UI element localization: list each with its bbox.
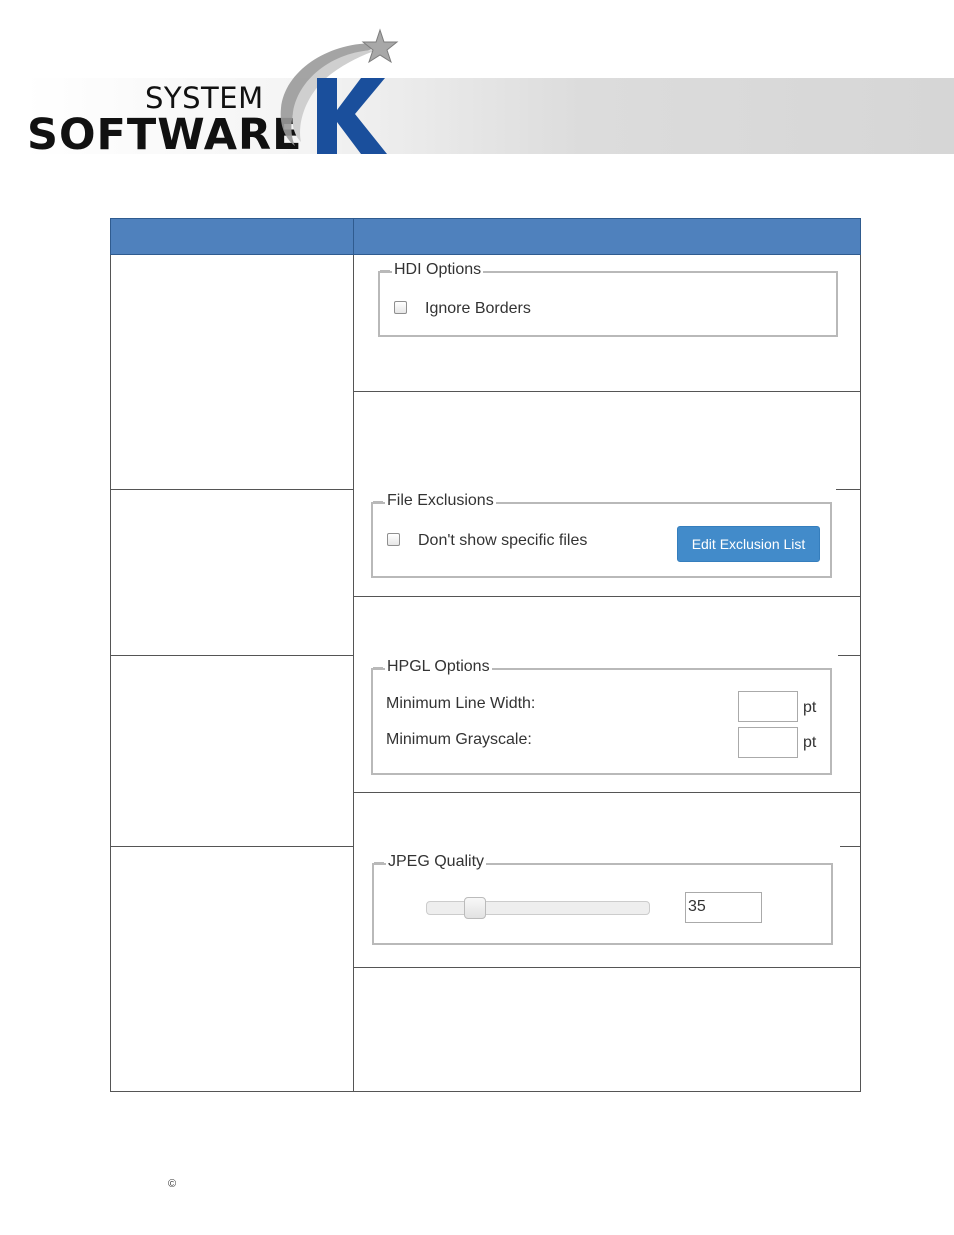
table-border-left — [110, 255, 111, 1092]
dont-show-files-checkbox[interactable] — [387, 533, 400, 546]
min-line-width-label: Minimum Line Width: — [386, 695, 536, 712]
jpeg-quality-panel: JPEG Quality 35 — [372, 852, 833, 945]
cell-separator-3 — [353, 792, 861, 793]
edit-exclusion-list-button[interactable]: Edit Exclusion List — [677, 526, 820, 562]
logo-software-text: SOFTWARE — [27, 110, 303, 160]
min-line-width-unit: pt — [803, 699, 817, 716]
min-line-width-input[interactable] — [738, 691, 798, 722]
table-border-bottom — [110, 1091, 861, 1092]
settings-table — [110, 218, 861, 1092]
jpeg-quality-slider[interactable] — [426, 901, 650, 915]
hpgl-options-panel: HPGL Options Minimum Line Width: pt Mini… — [371, 657, 832, 775]
table-header-row — [110, 218, 861, 255]
logo-k-icon — [280, 28, 399, 154]
dont-show-files-label: Don't show specific files — [418, 532, 588, 549]
logo-system-text: SYSTEM — [145, 81, 264, 115]
ignore-borders-checkbox[interactable] — [394, 301, 407, 314]
min-grayscale-input[interactable] — [738, 727, 798, 758]
hdi-options-panel: HDI Options Ignore Borders — [378, 260, 838, 337]
cell-separator-1 — [353, 391, 861, 392]
cell-separator-2 — [353, 596, 861, 597]
copyright-symbol: © — [168, 1178, 177, 1190]
hpgl-options-legend: HPGL Options — [373, 657, 492, 677]
cell-separator-4 — [353, 967, 861, 968]
jpeg-quality-slider-handle[interactable] — [464, 897, 487, 919]
ignore-borders-label: Ignore Borders — [425, 300, 531, 317]
file-exclusions-legend: File Exclusions — [373, 491, 496, 511]
hdi-options-legend: HDI Options — [379, 260, 484, 280]
min-grayscale-label: Minimum Grayscale: — [386, 731, 532, 748]
min-grayscale-unit: pt — [803, 734, 817, 751]
table-header-divider — [353, 218, 354, 255]
separator-mask-3 — [354, 845, 840, 848]
jpeg-quality-legend: JPEG Quality — [373, 852, 487, 872]
jpeg-quality-input[interactable]: 35 — [685, 892, 762, 923]
file-exclusions-panel: File Exclusions Don't show specific file… — [371, 491, 832, 578]
